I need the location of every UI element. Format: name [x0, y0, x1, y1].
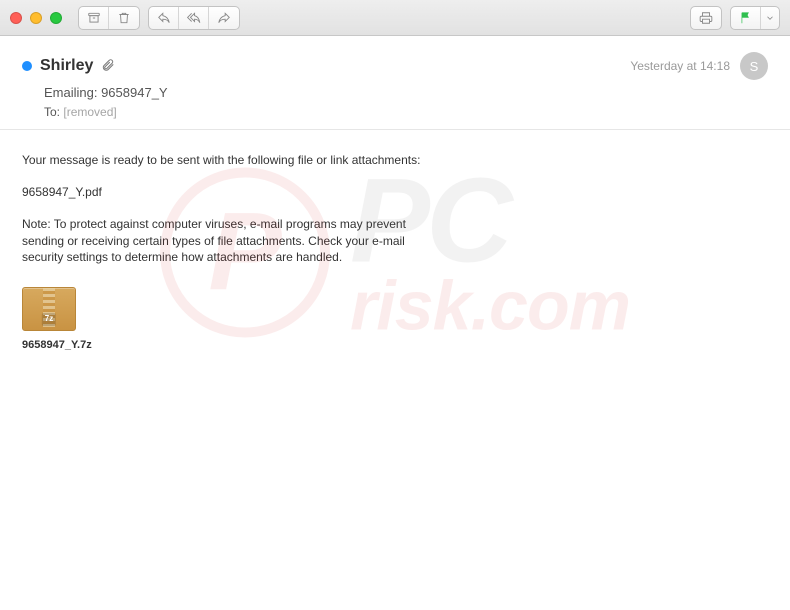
print-button[interactable] — [691, 7, 721, 29]
close-window-button[interactable] — [10, 12, 22, 24]
sender-avatar[interactable]: S — [740, 52, 768, 80]
avatar-initial: S — [750, 59, 759, 74]
flag-group — [730, 6, 780, 30]
print-icon — [699, 11, 713, 25]
traffic-lights — [10, 12, 62, 24]
window-titlebar — [0, 0, 790, 36]
minimize-window-button[interactable] — [30, 12, 42, 24]
flag-dropdown-button[interactable] — [761, 7, 779, 29]
chevron-down-icon — [765, 13, 775, 23]
flag-icon — [739, 11, 753, 25]
unread-indicator — [22, 61, 32, 71]
sender-line: Shirley — [22, 57, 630, 75]
to-line: To: [removed] — [44, 105, 768, 119]
body-filename: 9658947_Y.pdf — [22, 184, 432, 200]
body-para-1: Your message is ready to be sent with th… — [22, 152, 432, 168]
reply-button[interactable] — [149, 7, 179, 29]
reply-icon — [157, 11, 171, 25]
to-label: To: — [44, 105, 60, 119]
trash-button[interactable] — [109, 7, 139, 29]
message-body: P PC risk.com Your message is ready to b… — [0, 130, 790, 375]
reply-all-icon — [187, 11, 201, 25]
archive-button[interactable] — [79, 7, 109, 29]
attachment-filename: 9658947_Y.7z — [22, 338, 92, 353]
forward-button[interactable] — [209, 7, 239, 29]
zoom-window-button[interactable] — [50, 12, 62, 24]
archive-format-label: 7z — [42, 313, 56, 326]
timestamp: Yesterday at 14:18 — [630, 59, 730, 73]
archive-box-icon — [87, 11, 101, 25]
reply-forward-group — [148, 6, 240, 30]
sender-name[interactable]: Shirley — [40, 57, 93, 75]
archive-file-icon: 7z — [22, 287, 76, 331]
archive-trash-group — [78, 6, 140, 30]
reply-all-button[interactable] — [179, 7, 209, 29]
body-note: Note: To protect against computer viruse… — [22, 216, 432, 265]
forward-icon — [217, 11, 231, 25]
subject-line: Emailing: 9658947_Y — [44, 85, 768, 100]
trash-icon — [117, 11, 131, 25]
attachment-block[interactable]: 7z 9658947_Y.7z — [22, 287, 92, 353]
print-group — [690, 6, 722, 30]
flag-button[interactable] — [731, 7, 761, 29]
header-top-row: Shirley Yesterday at 14:18 S — [22, 52, 768, 80]
to-value[interactable]: [removed] — [63, 105, 116, 119]
message-header: Shirley Yesterday at 14:18 S Emailing: 9… — [0, 36, 790, 130]
watermark-line2: risk.com — [350, 275, 630, 338]
attachment-indicator-icon — [101, 58, 115, 75]
